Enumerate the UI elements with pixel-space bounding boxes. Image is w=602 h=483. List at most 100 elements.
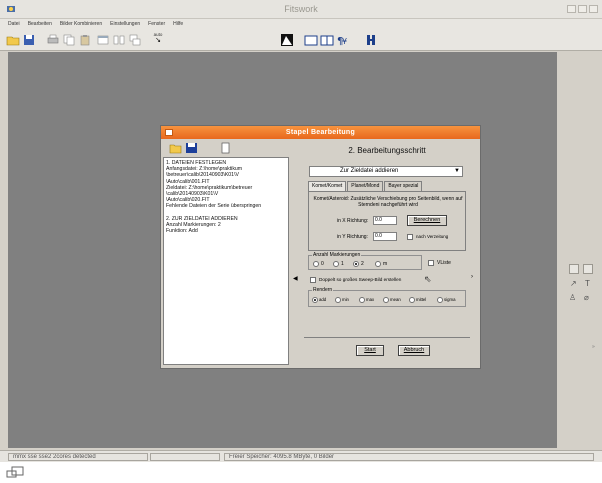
split-view-icon[interactable] <box>320 33 334 47</box>
render-radio-add[interactable] <box>312 297 318 303</box>
cancel-button-label: Abbruch <box>403 347 425 353</box>
after-time-checkbox[interactable] <box>407 234 413 240</box>
marks-group: Anzahl Markierungen 0 1 2 m <box>308 252 422 270</box>
prev-step-splitter[interactable]: ◀ <box>292 157 302 365</box>
dialog-title: Stapel Bearbeitung <box>285 129 356 136</box>
window-controls <box>567 5 598 13</box>
menu-bearbeiten[interactable]: Bearbeiten <box>28 21 52 27</box>
panel-dot-icon: » <box>592 344 595 350</box>
function-select[interactable]: Zur Zieldatei addieren ▼ <box>309 166 463 177</box>
marks-radio-0[interactable] <box>313 261 319 267</box>
marks-radio-2[interactable] <box>353 261 359 267</box>
chevron-down-icon: ▼ <box>454 168 460 174</box>
auto-button[interactable]: auto ↘ <box>150 32 166 49</box>
dialog-new-icon[interactable] <box>219 142 232 154</box>
copy-icon[interactable] <box>62 33 76 47</box>
print-icon[interactable] <box>46 33 60 47</box>
open-folder-icon[interactable] <box>6 33 20 47</box>
vliste-label: VListe <box>437 260 451 266</box>
paste-icon[interactable] <box>78 33 92 47</box>
marks-radio-m[interactable] <box>375 261 381 267</box>
status-memory: Freier Speicher: 4095.8 MByte, 0 Bilder <box>224 453 594 461</box>
render-radio-max[interactable] <box>359 297 365 303</box>
bar-tool-icon[interactable] <box>364 33 378 47</box>
render-radio-mean-label: mean <box>390 297 401 302</box>
marks-radio-1[interactable] <box>333 261 339 267</box>
step-log-list[interactable]: 1. DATEIEN FESTLEGEN Anfangsdatei: Z:\ho… <box>163 157 289 365</box>
dialog-system-icon[interactable] <box>165 129 173 136</box>
close-button[interactable] <box>589 5 598 13</box>
expand-icon[interactable] <box>6 466 24 478</box>
save-icon[interactable] <box>22 33 36 47</box>
marks-radio-0-label: 0 <box>321 261 324 267</box>
app-titlebar: Fitswork <box>0 0 602 19</box>
after-time-label: nach Verzeitung <box>416 234 449 239</box>
tab-bayer-spezial[interactable]: Bayer spezial <box>384 181 423 191</box>
komet-tab-panel: Komet/Asteroid: Zusätzliche Verschiebung… <box>308 191 466 251</box>
eraser-icon[interactable]: ⌀ <box>584 293 589 302</box>
arrow-right-icon[interactable]: › <box>471 274 473 280</box>
render-radio-min[interactable] <box>335 297 341 303</box>
step-title: 2. Bearbeitungsschritt <box>348 146 426 155</box>
cancel-button[interactable]: Abbruch <box>398 345 430 356</box>
render-radio-mittel[interactable] <box>409 297 415 303</box>
status-cpu: mmx sse sse2 2cores detected <box>8 453 148 461</box>
menu-hilfe[interactable]: Hilfe <box>173 21 183 27</box>
render-radio-min-label: min <box>342 297 349 302</box>
render-radio-max-label: max <box>366 297 375 302</box>
grid-icon[interactable] <box>569 264 579 274</box>
calculate-button[interactable]: Berechnen <box>407 215 447 226</box>
pen-icon[interactable]: ↗ <box>570 279 577 288</box>
function-select-value: Zur Zieldatei addieren <box>340 168 399 174</box>
menu-bilder-kombinieren[interactable]: Bilder Kombinieren <box>60 21 102 27</box>
y-direction-input[interactable]: 0.0 <box>373 232 397 241</box>
right-tool-panel: ↗ T ♙ ⌀ » <box>559 52 602 448</box>
vliste-checkbox[interactable] <box>428 260 434 266</box>
svg-text:¥: ¥ <box>342 37 347 46</box>
main-toolbar: auto ↘ ¶ ¥ <box>0 29 602 51</box>
menu-fenster[interactable]: Fenster <box>148 21 165 27</box>
tab-komet[interactable]: Komet/Komet <box>308 181 347 191</box>
fits-header-icon[interactable]: ¶¥ <box>336 33 350 47</box>
render-radio-mittel-label: mittel <box>416 297 427 302</box>
render-radio-mean[interactable] <box>383 297 389 303</box>
x-direction-input[interactable]: 0.0 <box>373 216 397 225</box>
render-radio-sigma-label: sigma <box>444 297 456 302</box>
marks-group-caption: Anzahl Markierungen <box>312 252 362 258</box>
start-button-label: Start <box>364 347 376 353</box>
status-bar: mmx sse sse2 2cores detected Freier Spei… <box>0 450 602 462</box>
y-direction-label: in Y Richtung: <box>337 234 368 240</box>
cascade-icon[interactable] <box>128 33 142 47</box>
text-tool-icon[interactable]: T <box>585 279 590 288</box>
dialog-open-icon[interactable] <box>169 142 182 154</box>
x-direction-label: in X Richtung: <box>337 218 369 224</box>
menu-datei[interactable]: Datei <box>8 21 20 27</box>
dialog-titlebar[interactable]: Stapel Bearbeitung <box>161 126 480 139</box>
arrow-left-icon[interactable]: ◀ <box>293 275 298 282</box>
komet-description: Komet/Asteroid: Zusätzliche Verschiebung… <box>313 196 463 208</box>
step-editor: 2. Bearbeitungsschritt Zur Zieldatei add… <box>304 146 470 365</box>
maximize-button[interactable] <box>578 5 587 13</box>
tab-planet-mond[interactable]: Planet/Mond <box>347 181 384 191</box>
start-button[interactable]: Start <box>356 345 384 356</box>
menu-einstellungen[interactable]: Einstellungen <box>110 21 140 27</box>
batch-processing-dialog: Stapel Bearbeitung 1. DATEIEN FESTLEGEN … <box>160 125 481 369</box>
calculate-button-label: Berechnen <box>413 217 441 223</box>
frame-icon[interactable] <box>583 264 593 274</box>
dialog-separator <box>304 337 470 338</box>
image-view-icon[interactable] <box>304 33 318 47</box>
tab-strip: Komet/Komet Planet/Mond Bayer spezial <box>308 181 423 191</box>
window-icon[interactable] <box>96 33 110 47</box>
menu-bar: Datei Bearbeiten Bilder Kombinieren Eins… <box>0 19 602 29</box>
double-size-label: Doppelt so großes Sweep-Bild erstellen <box>319 277 402 282</box>
marks-radio-m-label: m <box>383 261 388 267</box>
histogram-icon[interactable] <box>280 33 294 47</box>
bucket-icon[interactable]: ♙ <box>569 293 576 302</box>
double-size-checkbox[interactable] <box>310 277 316 283</box>
render-radio-sigma[interactable] <box>437 297 443 303</box>
dialog-save-icon[interactable] <box>185 142 198 154</box>
log-line: Funktion: Add <box>166 228 198 235</box>
tile-icon[interactable] <box>112 33 126 47</box>
minimize-button[interactable] <box>567 5 576 13</box>
mouse-cursor-icon: ⇖ <box>424 274 432 284</box>
